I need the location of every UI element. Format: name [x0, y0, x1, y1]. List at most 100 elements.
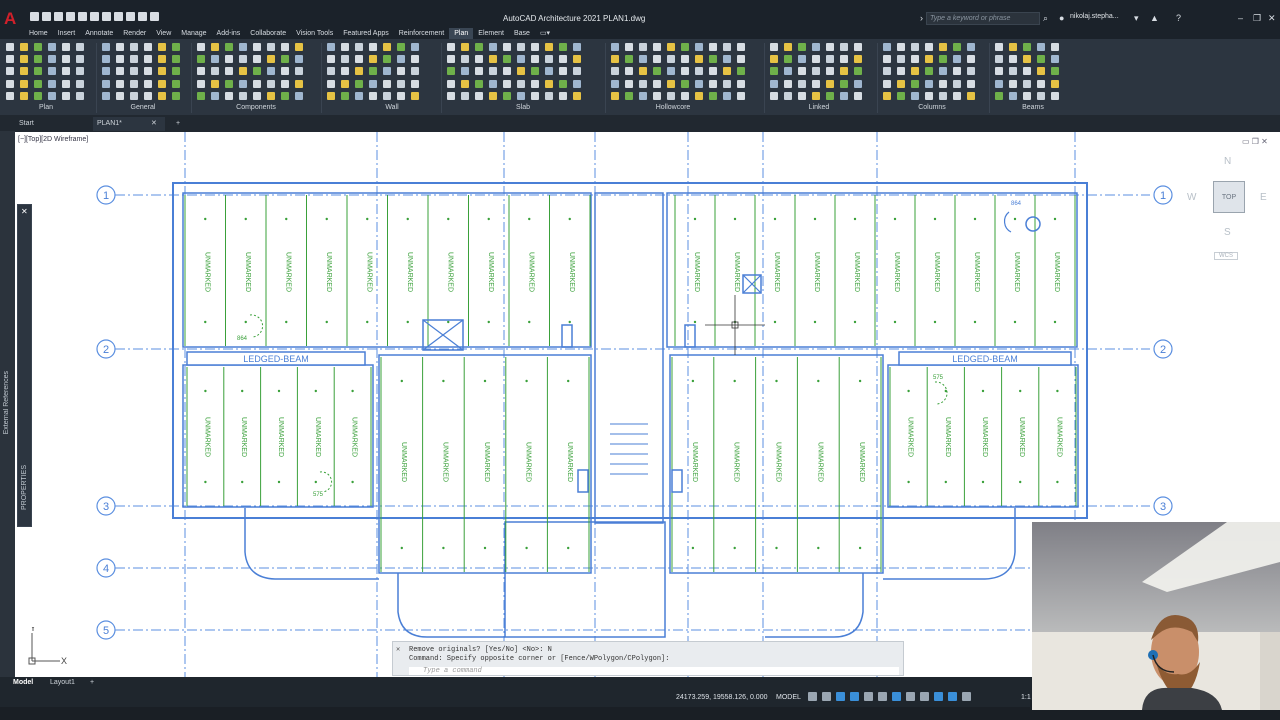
tool-icon[interactable] — [383, 67, 391, 76]
tool-icon[interactable] — [653, 43, 661, 51]
tool-icon[interactable] — [531, 91, 539, 100]
menu-tab-element[interactable]: Element — [473, 28, 509, 39]
tool-icon[interactable] — [545, 67, 553, 76]
tool-icon[interactable] — [639, 79, 647, 88]
tool-icon[interactable] — [667, 91, 675, 100]
slab-label[interactable]: UNMARKED — [240, 417, 247, 457]
tool-icon[interactable] — [503, 79, 511, 88]
tool-icon[interactable] — [62, 55, 70, 64]
slab-label[interactable]: UNMARKED — [733, 252, 740, 292]
menu-tab-manage[interactable]: Manage — [176, 28, 211, 39]
tool-icon[interactable] — [897, 67, 905, 76]
tool-icon[interactable] — [211, 67, 219, 76]
tool-icon[interactable] — [239, 91, 247, 100]
user-name[interactable]: nikolaj.stepha... — [1070, 13, 1119, 20]
tool-icon[interactable] — [573, 55, 581, 64]
tool-icon[interactable] — [737, 43, 745, 51]
tool-icon[interactable] — [239, 79, 247, 88]
slab-label[interactable]: UNMARKED — [1055, 417, 1062, 457]
tool-icon[interactable] — [369, 67, 377, 76]
tool-icon[interactable] — [798, 43, 806, 51]
menu-tab-base[interactable]: Base — [509, 28, 535, 39]
tool-icon[interactable] — [1023, 55, 1031, 64]
slab-label[interactable]: UNMARKED — [1018, 417, 1025, 457]
slab-label[interactable]: UNMARKED — [893, 252, 900, 292]
tool-icon[interactable] — [995, 67, 1003, 76]
tool-icon[interactable] — [281, 79, 289, 88]
compass-north[interactable]: N — [1224, 156, 1231, 167]
properties-tab[interactable]: PROPERTIES — [21, 465, 28, 510]
tool-icon[interactable] — [116, 43, 124, 51]
tool-icon[interactable] — [197, 55, 205, 64]
tool-icon[interactable] — [1009, 79, 1017, 88]
tool-icon[interactable] — [723, 91, 731, 100]
snap-icon[interactable] — [822, 692, 831, 701]
tool-icon[interactable] — [355, 43, 363, 51]
tool-icon[interactable] — [840, 79, 848, 88]
tool-icon[interactable] — [953, 67, 961, 76]
tool-icon[interactable] — [1023, 91, 1031, 100]
tool-icon[interactable] — [625, 79, 633, 88]
menu-tab-plan[interactable]: Plan — [449, 28, 474, 39]
tool-icon[interactable] — [6, 67, 14, 76]
slab-label[interactable]: UNMARKED — [277, 417, 284, 457]
tool-icon[interactable] — [770, 91, 778, 100]
tab-start[interactable]: Start — [15, 117, 93, 131]
external-references-tab[interactable]: External References — [3, 371, 10, 434]
tool-icon[interactable] — [62, 91, 70, 100]
tool-icon[interactable] — [6, 43, 14, 51]
tool-icon[interactable] — [559, 43, 567, 51]
tool-icon[interactable] — [784, 91, 792, 100]
tool-icon[interactable] — [953, 43, 961, 51]
tool-icon[interactable] — [897, 79, 905, 88]
viewport-window-controls[interactable]: ▭ ❐ ✕ — [1242, 137, 1268, 146]
menu-tab-annotate[interactable]: Annotate — [80, 28, 118, 39]
tool-icon[interactable] — [253, 43, 261, 51]
tool-icon[interactable] — [20, 79, 28, 88]
tool-icon[interactable] — [267, 79, 275, 88]
tool-icon[interactable] — [967, 91, 975, 100]
tool-icon[interactable] — [1051, 43, 1059, 51]
tool-icon[interactable] — [667, 67, 675, 76]
tool-icon[interactable] — [172, 55, 180, 64]
tool-icon[interactable] — [812, 79, 820, 88]
balcony-outline[interactable] — [765, 573, 864, 638]
tool-icon[interactable] — [341, 67, 349, 76]
slab-label[interactable]: UNMARKED — [816, 442, 823, 482]
palette-close-icon[interactable]: ✕ — [21, 207, 28, 216]
save-as-icon[interactable] — [66, 12, 75, 21]
tool-icon[interactable] — [840, 55, 848, 64]
tool-icon[interactable] — [327, 55, 335, 64]
tool-icon[interactable] — [897, 43, 905, 51]
tool-icon[interactable] — [1009, 67, 1017, 76]
plot-icon[interactable] — [102, 12, 111, 21]
tool-icon[interactable] — [854, 91, 862, 100]
tool-icon[interactable] — [239, 43, 247, 51]
tool-icon[interactable] — [545, 55, 553, 64]
slab-label[interactable]: UNMARKED — [203, 252, 210, 292]
tool-icon[interactable] — [267, 55, 275, 64]
tool-icon[interactable] — [573, 67, 581, 76]
tool-icon[interactable] — [798, 91, 806, 100]
tool-icon[interactable] — [653, 79, 661, 88]
tool-icon[interactable] — [653, 67, 661, 76]
tool-icon[interactable] — [369, 91, 377, 100]
tool-icon[interactable] — [102, 67, 110, 76]
tool-icon[interactable] — [116, 91, 124, 100]
slab-label[interactable]: UNMARKED — [944, 417, 951, 457]
slab-label[interactable]: UNMARKED — [1053, 252, 1060, 292]
user-icon[interactable]: ● — [1059, 12, 1064, 24]
tool-icon[interactable] — [681, 55, 689, 64]
tool-icon[interactable] — [461, 43, 469, 51]
tool-icon[interactable] — [897, 91, 905, 100]
tool-icon[interactable] — [840, 91, 848, 100]
tool-icon[interactable] — [62, 67, 70, 76]
tool-icon[interactable] — [723, 43, 731, 51]
tool-icon[interactable] — [1023, 79, 1031, 88]
tool-icon[interactable] — [239, 55, 247, 64]
tool-icon[interactable] — [695, 91, 703, 100]
tool-icon[interactable] — [411, 91, 419, 100]
tool-icon[interactable] — [883, 67, 891, 76]
tool-icon[interactable] — [20, 43, 28, 51]
menu-tab-reinforcement[interactable]: Reinforcement — [394, 28, 450, 39]
